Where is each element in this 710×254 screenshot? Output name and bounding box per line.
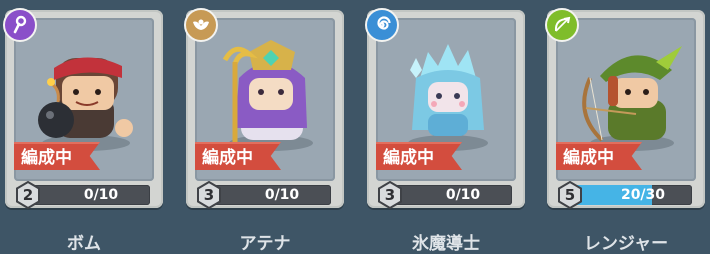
winged-crest-icon <box>184 8 218 42</box>
exp-text: 0/10 <box>445 187 481 203</box>
character-portrait-frame: 編成中 <box>376 18 516 181</box>
character-portrait-frame: 編成中 <box>195 18 335 181</box>
character-portrait-frame: 編成中 <box>14 18 154 181</box>
formation-status-tag: 編成中 <box>195 142 281 170</box>
level-number: 3 <box>203 186 215 204</box>
level-number: 3 <box>384 186 396 204</box>
character-name: レンジャー <box>583 234 669 254</box>
level-badge: 3 <box>376 181 404 209</box>
spiral-icon <box>365 8 399 42</box>
level-progress: 0/10 2 <box>14 181 154 209</box>
level-number: 2 <box>22 186 34 204</box>
character-card-bomb[interactable]: 編成中 0/10 2 ボム <box>3 8 163 254</box>
level-badge: 2 <box>14 181 42 209</box>
exp-text: 0/10 <box>264 187 300 203</box>
character-card-athena[interactable]: 編成中 0/10 3 アテナ <box>184 8 344 254</box>
staff-icon <box>3 8 37 42</box>
character-name: アテナ <box>239 234 291 254</box>
character-name: ボム <box>67 234 101 254</box>
level-progress: 0/10 3 <box>195 181 335 209</box>
formation-status-tag: 編成中 <box>556 142 642 170</box>
level-number: 5 <box>564 186 576 204</box>
exp-bar: 20/30 <box>572 185 692 205</box>
exp-bar: 0/10 <box>211 185 331 205</box>
exp-text: 0/10 <box>83 187 119 203</box>
character-name: 氷魔導士 <box>412 234 480 254</box>
character-roster: 編成中 0/10 2 ボム 編成中 0/10 3 アテナ 編成中 0/10 3 … <box>0 0 710 254</box>
level-badge: 3 <box>195 181 223 209</box>
formation-status-tag: 編成中 <box>376 142 462 170</box>
level-progress: 20/30 5 <box>556 181 696 209</box>
exp-text: 20/30 <box>620 187 666 203</box>
exp-bar: 0/10 <box>30 185 150 205</box>
character-card-ice-mage[interactable]: 編成中 0/10 3 氷魔導士 <box>365 8 525 254</box>
bow-arrow-icon <box>545 8 579 42</box>
character-card-ranger[interactable]: 編成中 20/30 5 レンジャー <box>545 8 705 254</box>
character-portrait-frame: 編成中 <box>556 18 696 181</box>
formation-status-tag: 編成中 <box>14 142 100 170</box>
exp-bar: 0/10 <box>392 185 512 205</box>
level-progress: 0/10 3 <box>376 181 516 209</box>
level-badge: 5 <box>556 181 584 209</box>
